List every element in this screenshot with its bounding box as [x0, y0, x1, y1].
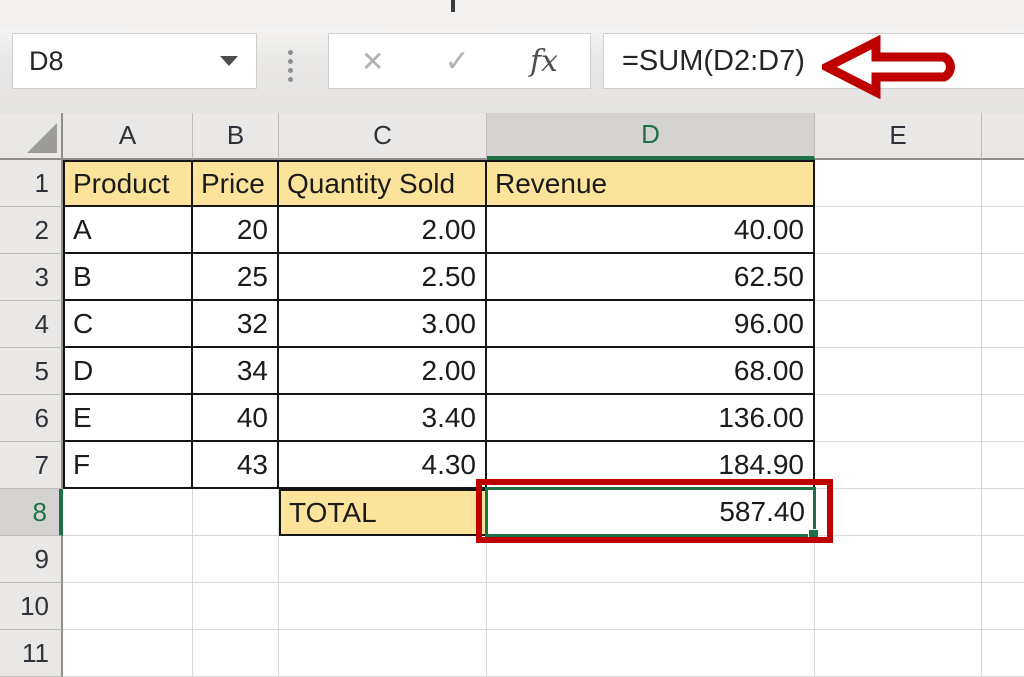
column-header-C[interactable]: C [279, 113, 487, 160]
cell-C4[interactable]: 3.00 [279, 301, 487, 348]
cell-C7[interactable]: 4.30 [279, 442, 487, 489]
cell-D4[interactable]: 96.00 [487, 301, 815, 348]
cell-E9[interactable] [815, 536, 982, 583]
cell-C6[interactable]: 3.40 [279, 395, 487, 442]
spreadsheet: ABCDE1234567891011ProductPriceQuantity S… [0, 113, 1024, 655]
cropped-ui-fragment [451, 0, 455, 12]
cell-C11[interactable] [279, 630, 487, 677]
cell-A9[interactable] [63, 536, 193, 583]
cell-C5[interactable]: 2.00 [279, 348, 487, 395]
name-box-dropdown-icon[interactable] [220, 56, 238, 66]
cell-F9[interactable] [982, 536, 1024, 583]
cell-B4[interactable]: 32 [193, 301, 279, 348]
cell-F4[interactable] [982, 301, 1024, 348]
row-header-3[interactable]: 3 [0, 254, 63, 301]
formula-buttons: ✕ ✓ fx [328, 33, 591, 89]
cell-F2[interactable] [982, 207, 1024, 254]
cell-B7[interactable]: 43 [193, 442, 279, 489]
cell-D5[interactable]: 68.00 [487, 348, 815, 395]
cell-F6[interactable] [982, 395, 1024, 442]
cell-B10[interactable] [193, 583, 279, 630]
cell-E11[interactable] [815, 630, 982, 677]
insert-function-icon[interactable]: fx [530, 44, 558, 79]
cell-B2[interactable]: 20 [193, 207, 279, 254]
row-header-10[interactable]: 10 [0, 583, 63, 630]
cell-A6[interactable]: E [63, 395, 193, 442]
cell-D6[interactable]: 136.00 [487, 395, 815, 442]
cell-C3[interactable]: 2.50 [279, 254, 487, 301]
window-top-strip [0, 0, 1024, 28]
cell-C8[interactable]: TOTAL [279, 489, 487, 536]
cell-C2[interactable]: 2.00 [279, 207, 487, 254]
cell-E4[interactable] [815, 301, 982, 348]
cell-C9[interactable] [279, 536, 487, 583]
row-header-2[interactable]: 2 [0, 207, 63, 254]
row-header-7[interactable]: 7 [0, 442, 63, 489]
cell-B8[interactable] [193, 489, 279, 536]
cell-D2[interactable]: 40.00 [487, 207, 815, 254]
cell-A10[interactable] [63, 583, 193, 630]
cell-B11[interactable] [193, 630, 279, 677]
cell-E7[interactable] [815, 442, 982, 489]
cell-E5[interactable] [815, 348, 982, 395]
select-all-button[interactable] [0, 113, 63, 160]
red-highlight-box [476, 479, 833, 543]
cell-E2[interactable] [815, 207, 982, 254]
cell-B1[interactable]: Price [193, 160, 279, 207]
row-header-8[interactable]: 8 [0, 489, 63, 536]
name-box-value: D8 [13, 46, 220, 77]
cell-E6[interactable] [815, 395, 982, 442]
cell-B3[interactable]: 25 [193, 254, 279, 301]
cell-D11[interactable] [487, 630, 815, 677]
cell-A2[interactable]: A [63, 207, 193, 254]
left-arrow-icon [822, 35, 978, 99]
column-header-E[interactable]: E [815, 113, 982, 160]
cell-A5[interactable]: D [63, 348, 193, 395]
row-header-1[interactable]: 1 [0, 160, 63, 207]
cell-E3[interactable] [815, 254, 982, 301]
name-box[interactable]: D8 [12, 33, 257, 89]
cell-B6[interactable]: 40 [193, 395, 279, 442]
cell-D3[interactable]: 62.50 [487, 254, 815, 301]
cell-A11[interactable] [63, 630, 193, 677]
cell-F7[interactable] [982, 442, 1024, 489]
cell-D9[interactable] [487, 536, 815, 583]
cancel-icon[interactable]: ✕ [361, 45, 384, 78]
row-header-9[interactable]: 9 [0, 536, 63, 583]
cell-A1[interactable]: Product [63, 160, 193, 207]
cell-F11[interactable] [982, 630, 1024, 677]
cell-A7[interactable]: F [63, 442, 193, 489]
enter-icon[interactable]: ✓ [445, 44, 470, 79]
cell-F1[interactable] [982, 160, 1024, 207]
row-header-11[interactable]: 11 [0, 630, 63, 677]
row-header-5[interactable]: 5 [0, 348, 63, 395]
column-header-B[interactable]: B [193, 113, 279, 160]
cell-A3[interactable]: B [63, 254, 193, 301]
cell-B9[interactable] [193, 536, 279, 583]
cell-E8[interactable] [815, 489, 982, 536]
row-header-6[interactable]: 6 [0, 395, 63, 442]
cell-A4[interactable]: C [63, 301, 193, 348]
row-header-4[interactable]: 4 [0, 301, 63, 348]
formula-bar-drag-handle-icon[interactable] [288, 50, 293, 82]
cell-D1[interactable]: Revenue [487, 160, 815, 207]
cell-F3[interactable] [982, 254, 1024, 301]
cell-F10[interactable] [982, 583, 1024, 630]
cell-C10[interactable] [279, 583, 487, 630]
cell-B5[interactable]: 34 [193, 348, 279, 395]
cell-E10[interactable] [815, 583, 982, 630]
cell-F5[interactable] [982, 348, 1024, 395]
cell-C1[interactable]: Quantity Sold [279, 160, 487, 207]
cell-E1[interactable] [815, 160, 982, 207]
cell-A8[interactable] [63, 489, 193, 536]
formula-text: =SUM(D2:D7) [604, 45, 805, 78]
column-header-F[interactable] [982, 113, 1024, 160]
select-all-triangle-icon [27, 123, 57, 153]
cell-F8[interactable] [982, 489, 1024, 536]
column-header-A[interactable]: A [63, 113, 193, 160]
cell-D10[interactable] [487, 583, 815, 630]
column-header-D[interactable]: D [487, 113, 815, 160]
